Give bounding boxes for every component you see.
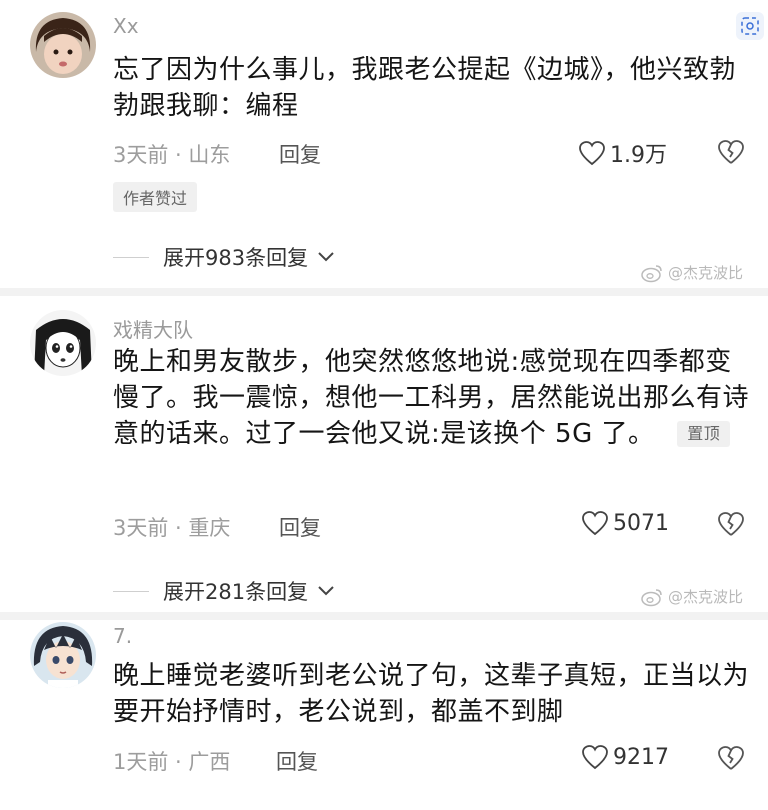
comment-separator — [0, 288, 768, 296]
heart-icon — [582, 511, 608, 536]
broken-heart-icon — [718, 746, 744, 770]
dislike-button[interactable] — [716, 510, 746, 538]
comment-text: 晚上和男友散步，他突然悠悠地说:感觉现在四季都变慢了。我一震惊，想他一工科男，居… — [113, 344, 753, 452]
broken-heart-icon — [718, 140, 744, 164]
reply-button[interactable]: 回复 — [279, 512, 321, 542]
pinned-badge: 置顶 — [677, 421, 731, 447]
chevron-down-icon — [318, 252, 334, 262]
divider-line — [113, 590, 149, 592]
weibo-logo-icon — [641, 264, 662, 282]
watermark: @杰克波比 — [640, 586, 743, 607]
dislike-button[interactable] — [716, 138, 746, 166]
expand-replies-label: 展开281条回复 — [163, 580, 309, 604]
time-location: 1天前 · 广西 — [113, 750, 231, 774]
heart-icon — [582, 745, 608, 770]
comment-item: 7. 晚上睡觉老婆听到老公说了句，这辈子真短，正当以为要开始抒情时，老公说到，都… — [0, 620, 768, 810]
avatar[interactable] — [30, 12, 96, 78]
watermark-text: @杰克波比 — [668, 264, 744, 282]
comment-text-content: 晚上和男友散步，他突然悠悠地说:感觉现在四季都变慢了。我一震惊，想他一工科男，居… — [113, 347, 750, 449]
author-liked-badge: 作者赞过 — [113, 182, 198, 212]
like-count: 5071 — [613, 510, 669, 536]
comment-item: Xx 忘了因为什么事儿，我跟老公提起《边城》，他兴致勃勃跟我聊：编程 3天前 ·… — [0, 0, 768, 288]
comment-feed: { "comments": [ { "username": "Xx", "tex… — [0, 0, 768, 810]
time-location: 3天前 · 山东 — [113, 143, 231, 167]
expand-replies-label: 展开983条回复 — [163, 246, 309, 270]
time-location: 3天前 · 重庆 — [113, 516, 231, 540]
weibo-logo-icon — [641, 588, 662, 606]
avatar[interactable] — [30, 310, 96, 376]
broken-heart-icon — [718, 512, 744, 536]
like-button[interactable]: 9217 — [581, 744, 669, 770]
chevron-down-icon — [318, 586, 334, 596]
reply-button[interactable]: 回复 — [279, 139, 321, 169]
comment-text: 晚上睡觉老婆听到老公说了句，这辈子真短，正当以为要开始抒情时，老公说到，都盖不到… — [113, 661, 750, 727]
watermark-text: @杰克波比 — [668, 588, 744, 606]
username[interactable]: 7. — [113, 624, 132, 648]
username[interactable]: Xx — [113, 14, 139, 38]
avatar[interactable] — [30, 622, 96, 688]
like-button[interactable]: 5071 — [581, 510, 669, 536]
dislike-button[interactable] — [716, 744, 746, 772]
comment-text: 忘了因为什么事儿，我跟老公提起《边城》，他兴致勃勃跟我聊：编程 — [113, 55, 737, 121]
watermark: @杰克波比 — [640, 262, 743, 283]
expand-replies-button[interactable]: 展开983条回复 — [113, 242, 336, 272]
username[interactable]: 戏精大队 — [113, 314, 193, 343]
expand-replies-button[interactable]: 展开281条回复 — [113, 576, 336, 606]
like-count: 9217 — [613, 744, 669, 770]
divider-line — [113, 256, 149, 258]
heart-icon — [579, 141, 605, 166]
reply-button[interactable]: 回复 — [276, 746, 318, 776]
like-count: 1.9万 — [610, 143, 667, 168]
comment-item: 戏精大队 晚上和男友散步，他突然悠悠地说:感觉现在四季都变慢了。我一震惊，想他一… — [0, 296, 768, 612]
comment-separator — [0, 612, 768, 620]
like-button[interactable]: 1.9万 — [578, 137, 667, 169]
